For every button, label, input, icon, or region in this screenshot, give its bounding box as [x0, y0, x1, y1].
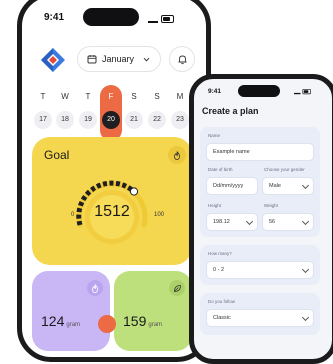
stat-card-button[interactable]	[87, 280, 103, 296]
goal-value: 1512	[94, 203, 130, 220]
gauge-max-label: 100	[154, 212, 165, 218]
how-many-value: 0 - 2	[213, 267, 225, 273]
status-time: 9:41	[44, 12, 65, 23]
height-label: Height	[208, 203, 222, 208]
bell-icon	[178, 55, 186, 64]
battery-icon	[302, 89, 311, 95]
stat-value-green: 159 gram	[123, 313, 162, 329]
signal-icon	[294, 89, 301, 95]
stat-card-purple[interactable]: 124 gram	[32, 271, 110, 351]
goal-title: Goal	[44, 148, 70, 162]
height-value: 198.12	[213, 219, 230, 225]
day-item[interactable]: M 23	[171, 91, 189, 129]
signal-icon	[148, 15, 158, 23]
stat-number: 124	[41, 313, 65, 329]
day-letter: M	[176, 92, 184, 101]
follow-value: Classic	[213, 315, 231, 321]
day-item[interactable]: S 21	[125, 91, 143, 129]
day-letter: W	[61, 92, 69, 101]
day-letter: T	[40, 92, 46, 101]
day-number: 18	[56, 111, 74, 129]
day-number: 21	[125, 111, 143, 129]
month-selector[interactable]: January	[77, 46, 161, 72]
name-label: Name	[208, 133, 221, 138]
stat-unit: gram	[66, 322, 81, 328]
day-number: 23	[171, 111, 189, 129]
day-number: 17	[34, 111, 52, 129]
status-icons	[294, 89, 311, 95]
app-logo-icon	[41, 48, 65, 72]
leaf-icon	[173, 284, 181, 292]
how-many-label: How many?	[208, 251, 232, 256]
name-value: Example name	[213, 149, 250, 155]
gauge-min-label: 0	[71, 212, 75, 218]
stat-number: 159	[123, 313, 147, 329]
stat-card-green[interactable]: 159 gram	[114, 271, 192, 351]
chevron-down-icon	[301, 181, 310, 190]
weight-select[interactable]: 56	[262, 213, 314, 231]
day-item[interactable]: W 18	[56, 91, 74, 129]
status-time: 9:41	[208, 88, 222, 95]
day-number: 20	[102, 111, 120, 129]
day-letter: S	[154, 92, 160, 101]
follow-select[interactable]: Classic	[206, 309, 314, 327]
name-field[interactable]: Example name	[206, 143, 314, 161]
dob-field[interactable]: Dd/mm/yyyy	[206, 177, 258, 195]
gender-value: Male	[269, 183, 281, 189]
right-phone: 9:41 Create a plan Name Example name Dat…	[189, 74, 333, 364]
chevron-down-icon	[301, 217, 310, 226]
chevron-down-icon	[301, 313, 310, 322]
calendar-icon	[87, 55, 97, 64]
month-label: January	[102, 54, 135, 64]
day-number: 22	[148, 111, 166, 129]
day-item[interactable]: S 22	[148, 91, 166, 129]
flame-icon	[174, 150, 180, 160]
dynamic-island	[238, 85, 280, 97]
day-item-selected[interactable]: F 20	[102, 91, 120, 129]
page-title: Create a plan	[202, 106, 259, 116]
flame-icon	[92, 283, 98, 293]
plan-form-section: Name Example name Date of birth Dd/mm/yy…	[200, 127, 320, 237]
status-icons	[148, 15, 174, 23]
day-item[interactable]: T 17	[34, 91, 52, 129]
weight-value: 56	[269, 219, 276, 225]
dob-value: Dd/mm/yyyy	[213, 183, 244, 189]
how-many-select[interactable]: 0 - 2	[206, 261, 314, 279]
stat-value-purple: 124 gram	[41, 313, 80, 329]
battery-icon	[161, 15, 174, 23]
follow-section: Do you follow Classic	[200, 293, 320, 335]
height-select[interactable]: 198.12	[206, 213, 258, 231]
gender-label: Choose your gender	[264, 167, 305, 172]
goal-card-button[interactable]	[168, 146, 186, 164]
day-letter: F	[108, 92, 114, 101]
day-letter: S	[131, 92, 137, 101]
stat-unit: gram	[148, 322, 163, 328]
center-indicator	[98, 315, 116, 333]
dynamic-island	[83, 8, 139, 26]
chevron-down-icon	[245, 217, 254, 226]
follow-label: Do you follow	[208, 299, 236, 304]
day-item[interactable]: T 19	[79, 91, 97, 129]
how-many-section: How many? 0 - 2	[200, 245, 320, 285]
stat-card-button[interactable]	[169, 280, 185, 296]
dob-label: Date of birth	[208, 167, 233, 172]
gender-select[interactable]: Male	[262, 177, 314, 195]
chevron-down-icon	[143, 57, 150, 62]
left-phone: 9:41 January T 17 W 18 T 19 F 20 S 21 S …	[17, 0, 211, 362]
chevron-down-icon	[301, 265, 310, 274]
goal-card[interactable]: Goal 1512 0 100	[32, 137, 192, 265]
day-letter: T	[85, 92, 91, 101]
weight-label: Weight	[264, 203, 278, 208]
notifications-button[interactable]	[169, 46, 195, 72]
day-number: 19	[79, 111, 97, 129]
